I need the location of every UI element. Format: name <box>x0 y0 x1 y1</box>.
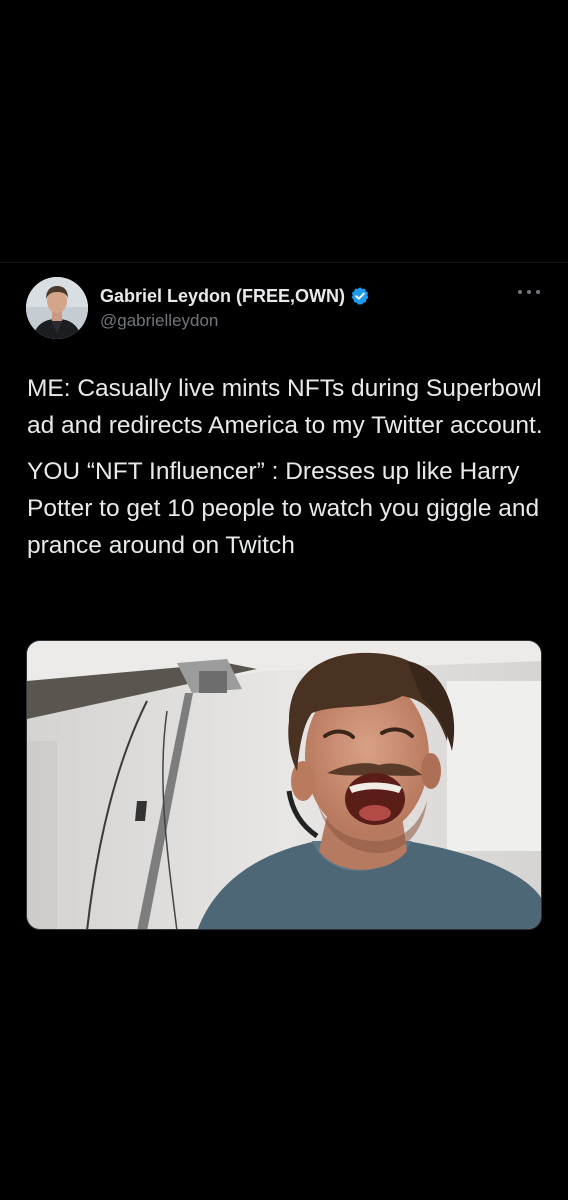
laughing-man-photo <box>27 641 541 929</box>
author-name-row[interactable]: Gabriel Leydon (FREE,OWN) <box>100 283 500 309</box>
more-options-icon[interactable] <box>518 287 540 297</box>
tweet-media-image[interactable] <box>26 640 542 930</box>
author-display-name[interactable]: Gabriel Leydon (FREE,OWN) <box>100 286 345 307</box>
empty-top-area <box>0 0 568 262</box>
tweet-paragraph: YOU “NFT Influencer” : Dresses up like H… <box>27 458 540 559</box>
tweet-header: Gabriel Leydon (FREE,OWN) @gabrielleydon <box>100 283 500 331</box>
tweet-body: ME: Casually live mints NFTs during Supe… <box>27 370 557 573</box>
verified-badge-icon <box>350 286 370 306</box>
author-handle[interactable]: @gabrielleydon <box>100 311 500 331</box>
avatar[interactable] <box>26 277 88 339</box>
tweet-paragraph: ME: Casually live mints NFTs during Supe… <box>27 375 543 439</box>
divider <box>0 262 568 263</box>
